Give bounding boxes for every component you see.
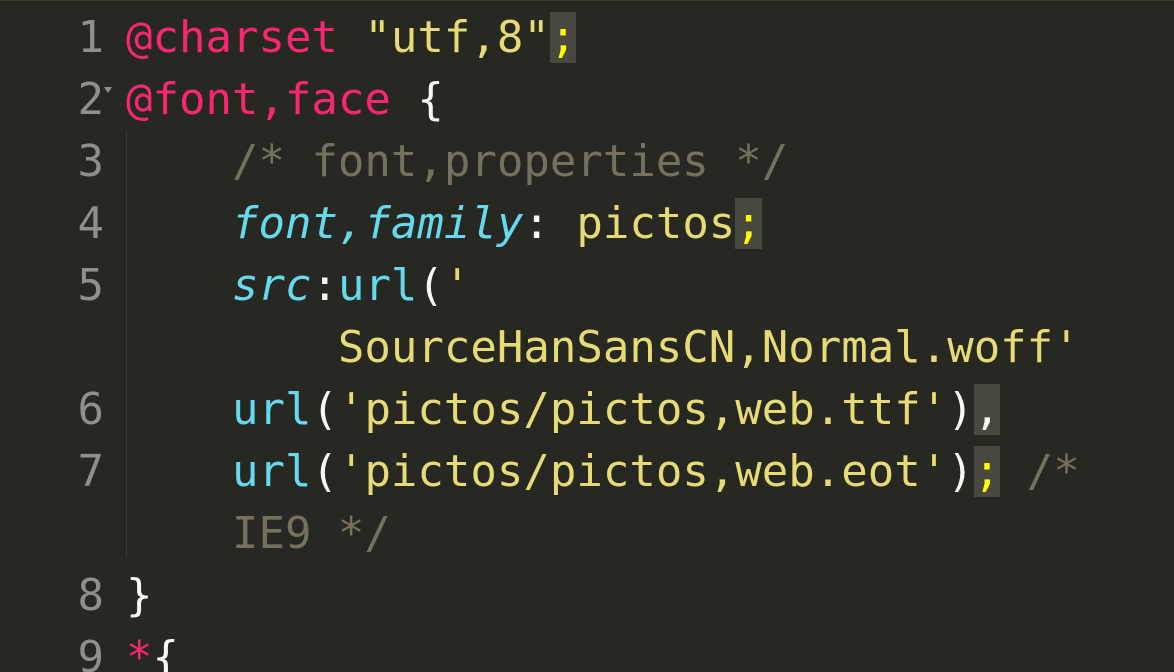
brace-token: { — [152, 632, 180, 672]
function-token: url — [231, 384, 312, 435]
function-token: url — [337, 260, 418, 311]
top-border — [0, 0, 1174, 1]
property-token: font,family — [231, 198, 524, 249]
brace-token: } — [126, 570, 153, 621]
code-line-8[interactable]: 8 } — [0, 565, 1174, 627]
line-number: 3 — [77, 136, 105, 187]
line-number: 2 — [77, 74, 105, 125]
line-number: 1 — [77, 12, 105, 63]
code-line-7-wrap[interactable]: IE9 */ — [0, 503, 1174, 565]
line-number: 4 — [77, 198, 105, 249]
colon-token: : — [523, 198, 577, 249]
code-line-1[interactable]: 1 @charset "utf,8"; — [0, 7, 1174, 69]
string-token: 'pictos/pictos,web.eot' — [337, 446, 948, 497]
fold-arrow-icon[interactable] — [104, 87, 112, 93]
paren-token: ( — [311, 384, 338, 435]
semicolon-token: ; — [973, 446, 1001, 497]
comment-token: IE9 */ — [231, 508, 391, 559]
value-token: pictos — [576, 198, 736, 249]
semicolon-token: ; — [735, 198, 762, 249]
line-number: 7 — [77, 446, 105, 497]
string-token: "utf,8" — [364, 12, 550, 63]
code-line-5[interactable]: 5 src:url(' — [0, 255, 1174, 317]
code-line-4[interactable]: 4 font,family: pictos; — [0, 193, 1174, 255]
semicolon-token: ; — [549, 12, 577, 63]
code-editor[interactable]: 1 @charset "utf,8"; 2 @font,face { 3 /* … — [0, 0, 1174, 672]
code-line-9[interactable]: 9 *{ — [0, 627, 1174, 672]
paren-token: ) — [947, 446, 974, 497]
property-token: src — [231, 260, 312, 311]
code-line-3[interactable]: 3 /* font,properties */ — [0, 131, 1174, 193]
string-token: 'pictos/pictos,web.ttf' — [337, 384, 948, 435]
code-line-5-wrap[interactable]: SourceHanSansCN,Normal.woff' — [0, 317, 1174, 379]
line-number: 8 — [77, 570, 105, 621]
at-rule-token: @font,face — [126, 74, 391, 125]
brace-token: { — [417, 74, 444, 125]
paren-token: ( — [417, 260, 444, 311]
code-line-6[interactable]: 6 url('pictos/pictos,web.ttf'), — [0, 379, 1174, 441]
paren-token: ( — [311, 446, 338, 497]
paren-token: ) — [947, 384, 974, 435]
code-line-2[interactable]: 2 @font,face { — [0, 69, 1174, 131]
line-number: 6 — [77, 384, 105, 435]
line-number: 9 — [77, 632, 105, 672]
string-token: SourceHanSansCN,Normal.woff' — [337, 322, 1080, 373]
at-rule-token: @charset — [126, 12, 338, 63]
code-line-7[interactable]: 7 url('pictos/pictos,web.eot'); /* — [0, 441, 1174, 503]
line-number: 5 — [77, 260, 105, 311]
comment-token: /* font,properties */ — [231, 136, 789, 187]
function-token: url — [231, 446, 312, 497]
comma-token: , — [973, 384, 1001, 435]
colon-token: : — [311, 260, 338, 311]
comment-token: /* — [1026, 446, 1080, 497]
quote-token: ' — [443, 260, 471, 311]
selector-token: * — [126, 632, 153, 672]
